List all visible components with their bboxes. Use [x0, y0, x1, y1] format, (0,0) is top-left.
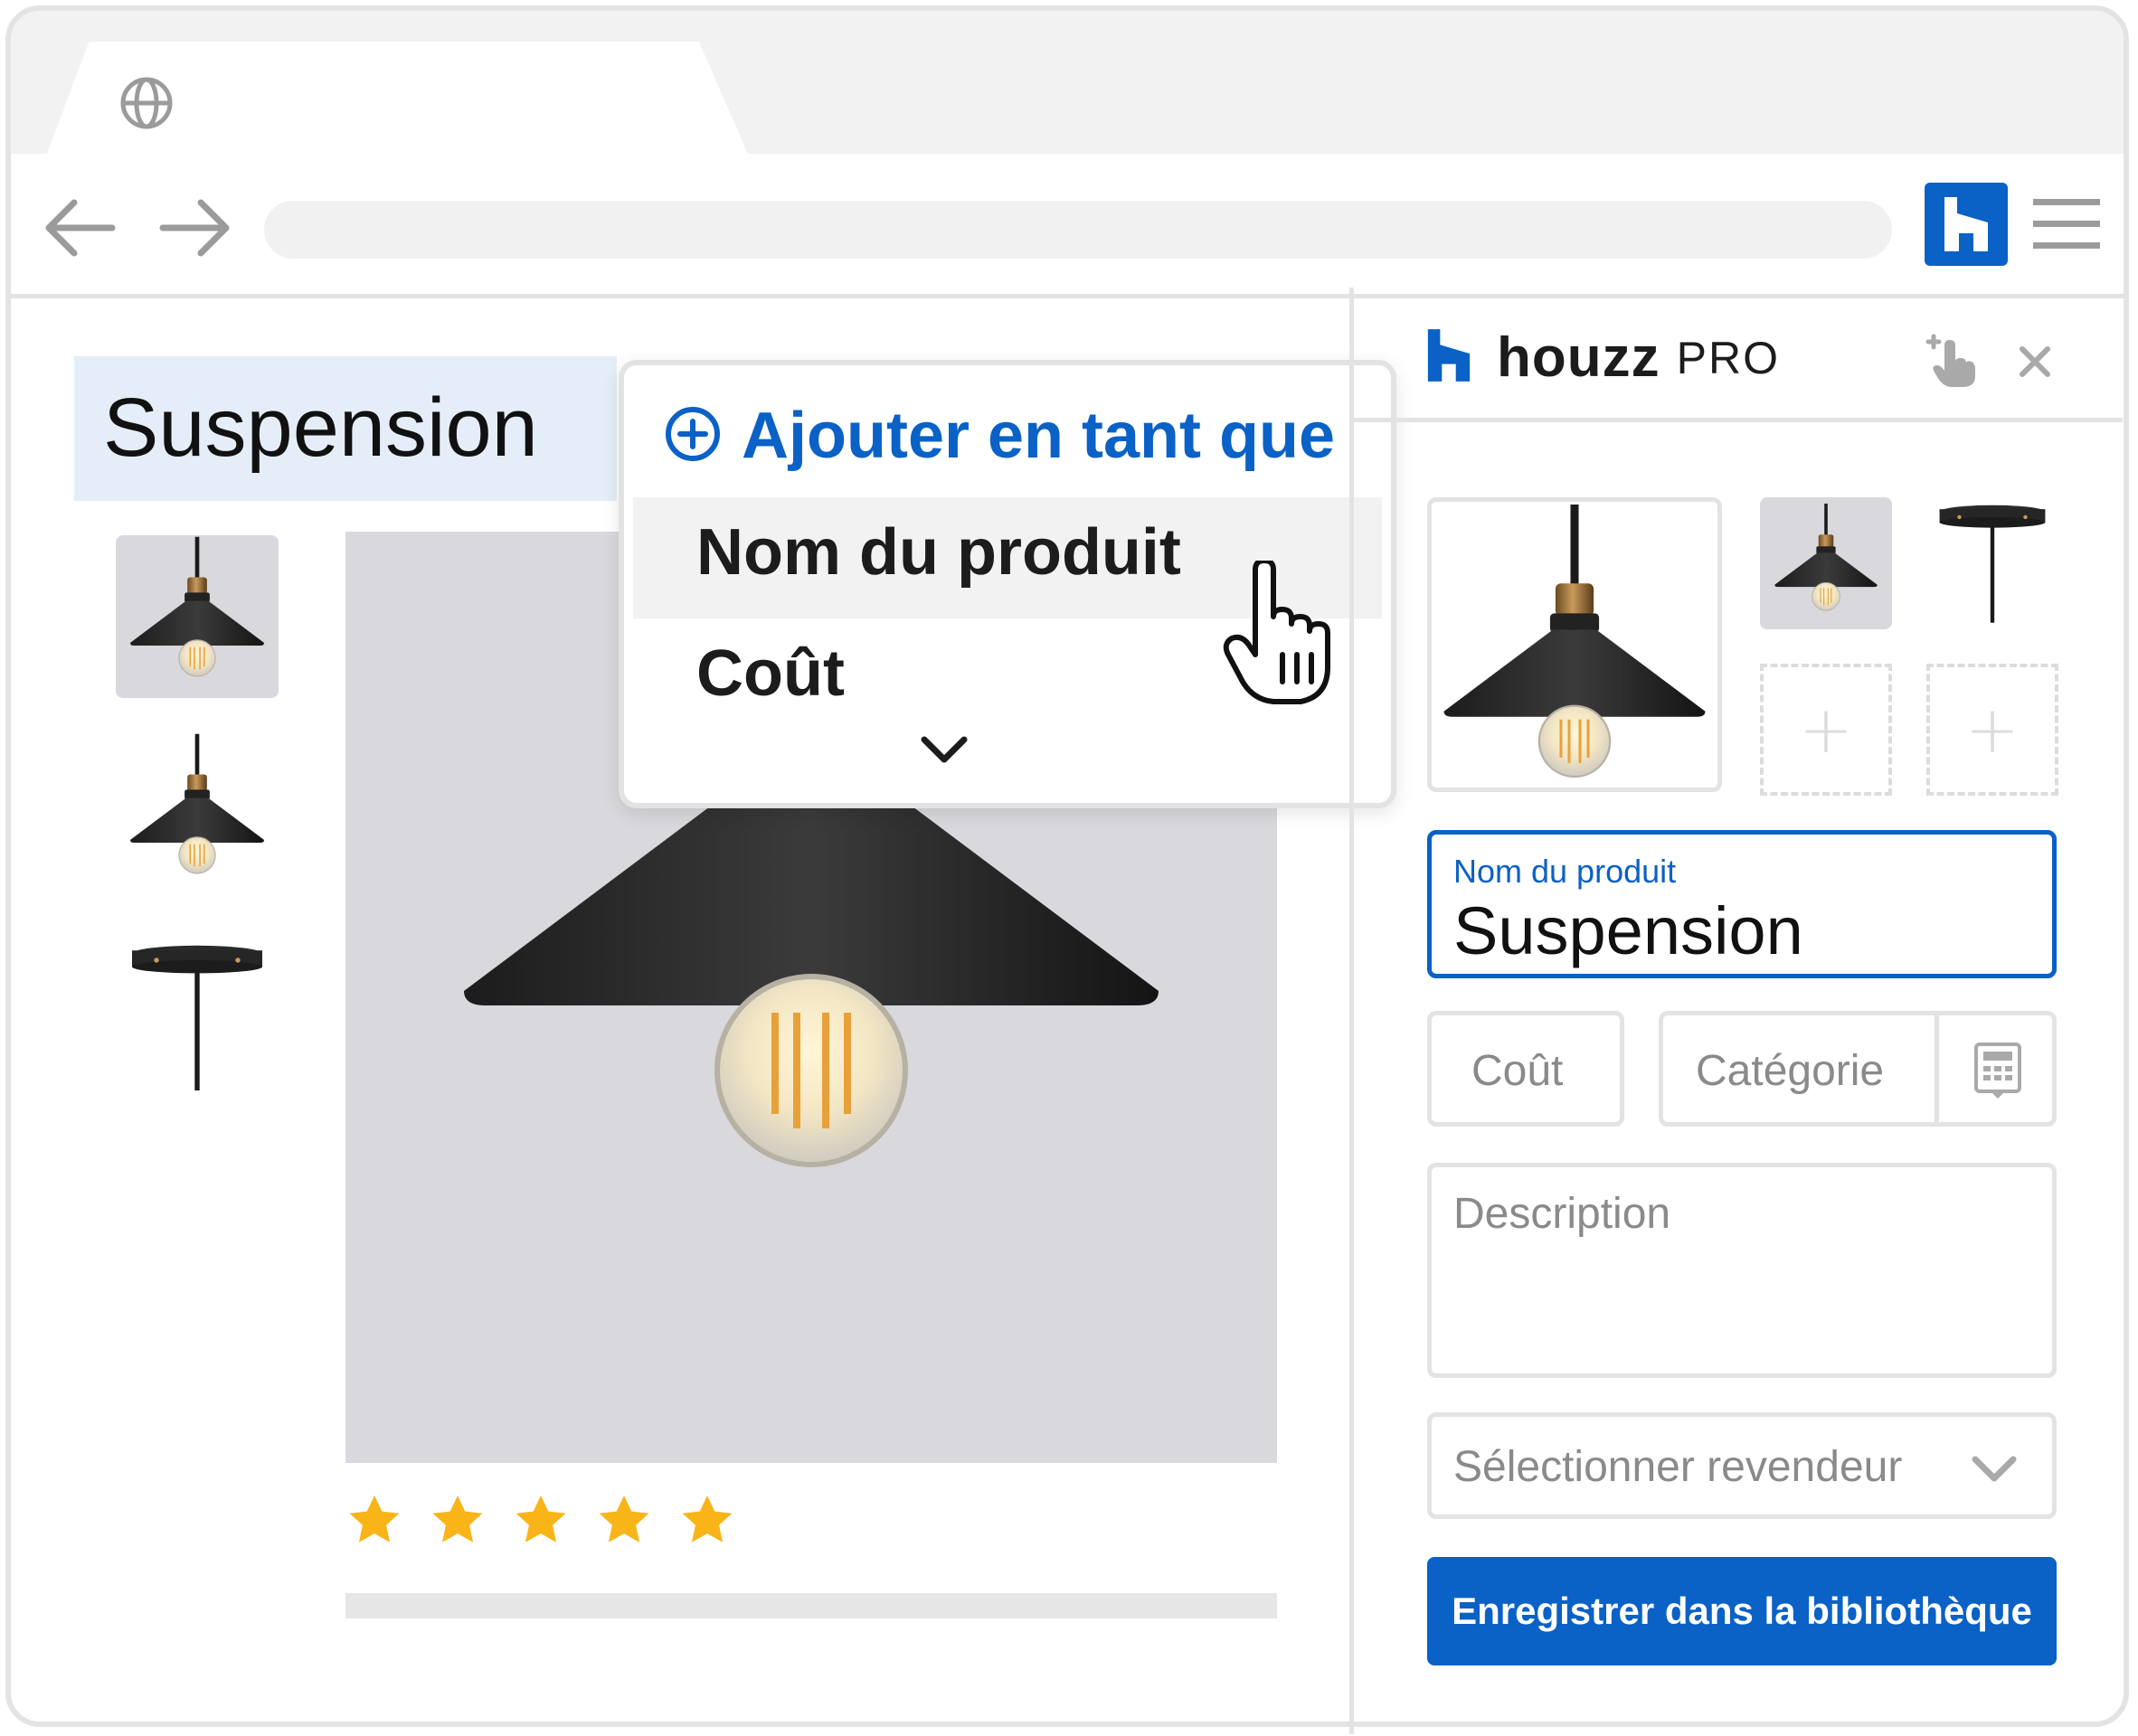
- hamburger-menu-icon[interactable]: [2033, 195, 2100, 258]
- pointer-hand-cursor-icon: [1223, 558, 1340, 710]
- product-thumbnail[interactable]: [116, 535, 279, 698]
- panel-image-thumbnail[interactable]: [1760, 497, 1892, 629]
- chevron-down-icon: [1971, 1455, 2018, 1488]
- category-placeholder: Catégorie: [1696, 1047, 1885, 1095]
- star-icon: [345, 1492, 403, 1550]
- panel-main-image[interactable]: [1427, 497, 1722, 792]
- cost-field[interactable]: Coût: [1427, 1011, 1624, 1127]
- globe-icon: [119, 76, 174, 135]
- menu-item-cost[interactable]: Coût: [696, 637, 845, 711]
- product-name-field[interactable]: Nom du produit Suspension: [1427, 830, 2057, 978]
- cost-placeholder: Coût: [1471, 1047, 1564, 1095]
- product-thumbnail[interactable]: [116, 931, 279, 1103]
- product-title-selected[interactable]: Suspension: [103, 378, 538, 477]
- save-to-library-label: Enregistrer dans la bibliothèque: [1452, 1590, 2032, 1632]
- panel-header-divider: [1354, 418, 2123, 422]
- menu-item-product-name[interactable]: Nom du produit: [696, 515, 1181, 590]
- arrow-left-icon[interactable]: [42, 195, 118, 265]
- address-bar[interactable]: [264, 201, 1892, 259]
- tap-hand-icon[interactable]: [1923, 333, 1979, 393]
- add-image-slot[interactable]: +: [1760, 664, 1892, 796]
- text-placeholder-bar: [345, 1593, 1277, 1618]
- houzz-pro-brand: houzz PRO: [1424, 326, 1780, 390]
- star-icon: [429, 1492, 487, 1550]
- close-icon[interactable]: [2017, 344, 2053, 384]
- browser-toolbar: [11, 154, 2124, 298]
- panel-image-thumbnail[interactable]: [1926, 495, 2058, 627]
- browser-tab[interactable]: [47, 42, 748, 154]
- add-image-slot[interactable]: +: [1926, 664, 2058, 796]
- field-separator: [1935, 1015, 1939, 1122]
- vendor-placeholder: Sélectionner revendeur: [1453, 1443, 1903, 1491]
- category-field[interactable]: Catégorie: [1659, 1011, 2057, 1127]
- chevron-down-icon[interactable]: [919, 734, 970, 771]
- description-placeholder: Description: [1453, 1190, 1671, 1238]
- star-icon: [512, 1492, 570, 1550]
- star-icon: [678, 1492, 736, 1550]
- plus-circle-icon: [664, 405, 722, 467]
- tab-strip: [11, 11, 2124, 154]
- plus-icon: +: [1798, 692, 1854, 768]
- vendor-select[interactable]: Sélectionner revendeur: [1427, 1412, 2057, 1519]
- plus-icon: +: [1964, 692, 2020, 768]
- product-name-field-label: Nom du produit: [1453, 853, 1677, 890]
- arrow-right-icon[interactable]: [157, 195, 233, 265]
- add-as-label: Ajouter en tant que: [742, 400, 1336, 472]
- panel-divider: [1349, 288, 1354, 1734]
- product-name-field-value: Suspension: [1453, 893, 1803, 968]
- star-icon: [595, 1492, 653, 1550]
- houzz-extension-button[interactable]: [1925, 183, 2008, 266]
- save-to-library-button[interactable]: Enregistrer dans la bibliothèque: [1427, 1557, 2057, 1665]
- add-as-header[interactable]: Ajouter en tant que: [664, 391, 1335, 481]
- brand-name: houzz: [1497, 326, 1660, 389]
- brand-suffix: PRO: [1676, 332, 1780, 383]
- product-thumbnail[interactable]: [116, 732, 279, 895]
- rating-stars: (function(){ var d = JSON.parse(document…: [345, 1492, 762, 1554]
- houzz-logo-icon: [1424, 328, 1473, 387]
- calculator-icon[interactable]: [1974, 1043, 2021, 1103]
- houzz-logo-icon: [1941, 197, 1991, 256]
- description-field[interactable]: Description: [1427, 1163, 2057, 1378]
